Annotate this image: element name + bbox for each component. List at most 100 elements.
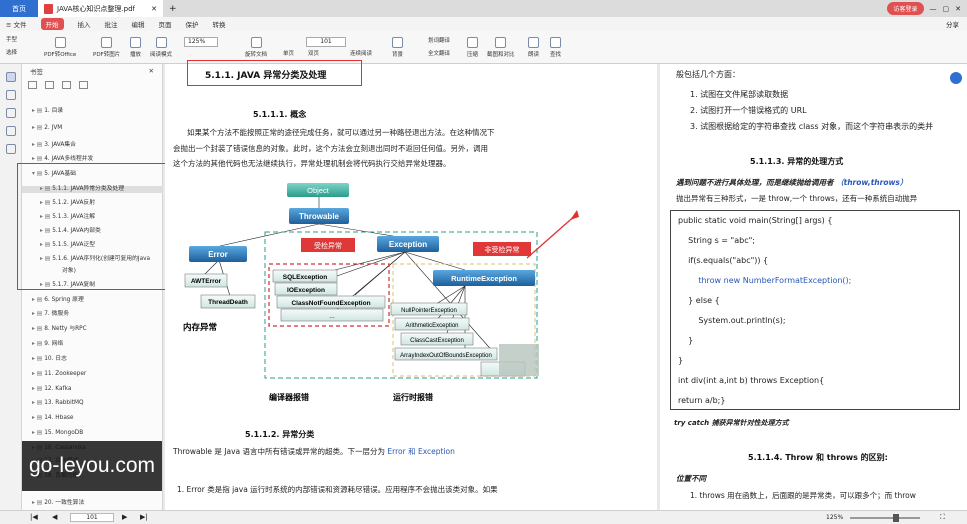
rotate-button[interactable]: 旋转文档 bbox=[245, 37, 267, 58]
zoom-slider-thumb[interactable] bbox=[893, 514, 899, 522]
share-button[interactable]: 分享 bbox=[946, 19, 959, 29]
code-line-5: } else { bbox=[678, 296, 720, 305]
continuous-read-button[interactable]: 连续阅读 bbox=[350, 49, 372, 57]
single-page-button[interactable]: 单页 bbox=[283, 49, 294, 57]
throw-forms-line: 抛出异常有三种形式，一是 throw,一个 throws，还有一种系统自动抛异 bbox=[676, 194, 918, 203]
expand-arrow-icon[interactable]: ▸ ▤ bbox=[32, 156, 42, 162]
expand-arrow-icon[interactable]: ▸ ▤ bbox=[32, 356, 42, 362]
expand-arrow-icon[interactable]: ▸ ▤ bbox=[32, 108, 42, 114]
attachment-icon[interactable] bbox=[6, 126, 16, 136]
maximize-icon[interactable]: ▢ bbox=[943, 5, 950, 13]
double-page-button[interactable]: 双页 bbox=[308, 49, 319, 57]
bookmark-item-label: 3. JAVA集合 bbox=[44, 142, 76, 148]
list-item-3: 3. 试图根据给定的字符串查找 class 对象，而这个字符串表示的类并 bbox=[690, 122, 934, 131]
runtime-error-label: 运行时报错 bbox=[393, 392, 433, 402]
last-page-icon[interactable]: ▶| bbox=[140, 513, 148, 521]
arrow-head-icon bbox=[570, 210, 579, 220]
translate-selection-button[interactable]: 划词翻译 bbox=[428, 36, 450, 44]
annotation-arrow bbox=[526, 213, 578, 259]
window-close-icon[interactable]: ✕ bbox=[955, 5, 961, 13]
status-bar: |◀ ◀ 101 ▶ ▶| 125% ⛶ bbox=[0, 510, 967, 524]
bookmark-item-label: 14. Hbase bbox=[44, 415, 74, 421]
concept-paragraph-line3: 这个方法的其他代码也无法继续执行，异常处理机制会将代码执行交给异常处理器。 bbox=[173, 159, 451, 168]
read-aloud-label: 朗读 bbox=[528, 52, 540, 58]
translate-full-button[interactable]: 全文翻译 bbox=[428, 49, 450, 57]
continuous-read-label: 连续阅读 bbox=[350, 51, 373, 57]
classification-text: Throwable 是 Java 语言中所有错误或异常的超类。下一层分为 bbox=[173, 447, 388, 456]
zoom-slider[interactable] bbox=[850, 517, 920, 519]
status-page-input[interactable]: 101 bbox=[70, 513, 114, 522]
expand-arrow-icon[interactable]: ▸ ▤ bbox=[32, 500, 42, 506]
bookmark-item[interactable]: ▸ ▤ 3. JAVA集合 bbox=[22, 142, 163, 149]
bookmark-item[interactable]: ▸ ▤ 7. 微服务 bbox=[22, 311, 163, 318]
expand-arrow-icon[interactable]: ▸ ▤ bbox=[32, 297, 42, 303]
thumbnail-icon[interactable] bbox=[6, 90, 16, 100]
menu-convert[interactable]: 转换 bbox=[213, 19, 226, 29]
read-aloud-button[interactable]: 朗读 bbox=[528, 37, 539, 58]
zoom-input[interactable]: 125% bbox=[184, 37, 218, 47]
speaker-icon bbox=[528, 37, 539, 48]
list-item-1: 1. 试图在文件尾部读取数据 bbox=[690, 90, 789, 99]
login-button[interactable]: 访客登录 bbox=[887, 2, 924, 15]
bookmark-item-label: 15. MongoDB bbox=[44, 430, 84, 436]
fullscreen-icon[interactable]: ⛶ bbox=[940, 513, 945, 522]
expand-arrow-icon[interactable]: ▸ ▤ bbox=[32, 142, 42, 148]
page-number-input[interactable]: 101 bbox=[306, 37, 346, 47]
expand-arrow-icon[interactable]: ▸ ▤ bbox=[32, 415, 42, 421]
bookmark-item[interactable]: ▸ ▤ 2. JVM bbox=[22, 125, 163, 132]
expand-arrow-icon[interactable]: ▸ ▤ bbox=[32, 400, 42, 406]
error-exception-link: Error 和 Exception bbox=[387, 447, 455, 456]
find-button[interactable]: 查找 bbox=[550, 37, 561, 58]
sqlexception-node-label: SQLException bbox=[283, 274, 327, 281]
compress-label: 压缩 bbox=[467, 52, 479, 58]
compress-button[interactable]: 压缩 bbox=[467, 37, 478, 58]
classnotfound-node-label: ClassNotFoundException bbox=[291, 300, 370, 307]
select-tool-button[interactable]: 选择 bbox=[6, 48, 17, 56]
bookmark-item[interactable]: ▸ ▤ 4. JAVA多线程并发 bbox=[22, 156, 163, 163]
expand-arrow-icon[interactable]: ▸ ▤ bbox=[32, 125, 42, 131]
float-toolbar-icon[interactable] bbox=[950, 72, 962, 84]
background-label: 背景 bbox=[392, 52, 404, 58]
screenshot-compare-button[interactable]: 截图和对比 bbox=[487, 37, 515, 58]
subsection-handling: 5.1.1.3. 异常的处理方式 bbox=[750, 157, 844, 166]
expand-arrow-icon[interactable]: ▸ ▤ bbox=[32, 430, 42, 436]
find-label: 查找 bbox=[550, 52, 562, 58]
search-panel-icon[interactable] bbox=[6, 144, 16, 154]
code-line-3: if(s.equals("abc")) { bbox=[678, 256, 769, 265]
bookmark-item[interactable]: ▸ ▤ 6. Spring 原理 bbox=[22, 297, 163, 304]
new-tab-button[interactable]: + bbox=[169, 4, 177, 14]
prev-page-icon[interactable]: ◀ bbox=[52, 513, 57, 521]
bookmark-item[interactable]: ▸ ▤ 10. 日志 bbox=[22, 356, 163, 363]
bookmark-item[interactable]: ▸ ▤ 20. 一致性算法 bbox=[22, 500, 163, 507]
expand-arrow-icon[interactable]: ▸ ▤ bbox=[32, 341, 42, 347]
bookmark-item-label: 2. JVM bbox=[44, 125, 63, 131]
expand-arrow-icon[interactable]: ▸ ▤ bbox=[32, 311, 42, 317]
error-class-paragraph: 1. Error 类是指 java 运行时系统的内部错误和资源耗尽错误。应用程序… bbox=[177, 485, 498, 494]
bookmark-item[interactable]: ▸ ▤ 11. Zookeeper bbox=[22, 371, 163, 378]
next-page-icon[interactable]: ▶ bbox=[122, 513, 127, 521]
code-line-9: int div(int a,int b) throws Exception{ bbox=[678, 376, 825, 385]
translate-full-label: 全文翻译 bbox=[428, 51, 451, 57]
throw-throws-link: （throw,throws） bbox=[836, 178, 908, 187]
classcast-node-label: ClassCastException bbox=[410, 338, 464, 344]
bookmark-item[interactable]: ▸ ▤ 12. Kafka bbox=[22, 386, 163, 393]
first-page-icon[interactable]: |◀ bbox=[30, 513, 38, 521]
expand-arrow-icon[interactable]: ▸ ▤ bbox=[32, 386, 42, 392]
bookmark-item[interactable]: ▸ ▤ 15. MongoDB bbox=[22, 430, 163, 437]
bookmark-item-label: 7. 微服务 bbox=[44, 311, 69, 317]
bookmark-item[interactable]: ▸ ▤ 9. 网络 bbox=[22, 341, 163, 348]
expand-arrow-icon[interactable]: ▸ ▤ bbox=[32, 326, 42, 332]
bookmark-item[interactable]: ▸ ▤ 8. Netty 与RPC bbox=[22, 326, 163, 333]
bookmark-icon[interactable] bbox=[6, 72, 16, 82]
expand-arrow-icon[interactable]: ▸ ▤ bbox=[32, 371, 42, 377]
background-button[interactable]: 背景 bbox=[392, 37, 403, 58]
bookmark-item[interactable]: ▸ ▤ 1. 目录 bbox=[22, 108, 163, 115]
menu-protect[interactable]: 保护 bbox=[186, 19, 199, 29]
bookmark-item[interactable]: ▸ ▤ 13. RabbitMQ bbox=[22, 400, 163, 407]
hand-tool-button[interactable]: 手型 bbox=[6, 35, 17, 43]
minimize-icon[interactable]: — bbox=[930, 5, 937, 13]
annotation-icon[interactable] bbox=[6, 108, 16, 118]
hand-tool-label: 手型 bbox=[6, 37, 18, 43]
bookmark-item-label: 1. 目录 bbox=[44, 108, 64, 114]
bookmark-item[interactable]: ▸ ▤ 14. Hbase bbox=[22, 415, 163, 422]
